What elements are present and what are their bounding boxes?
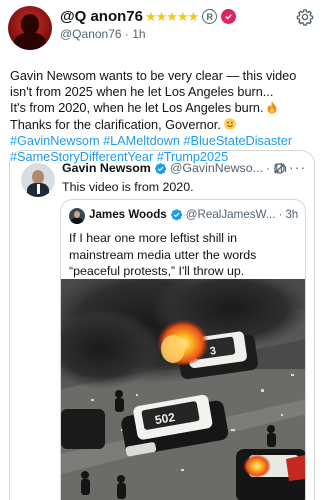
quoted-display-name[interactable]: Gavin Newsom bbox=[62, 161, 151, 175]
nested-handle[interactable]: @RealJamesW... bbox=[186, 208, 276, 221]
avatar-face bbox=[74, 211, 80, 218]
handle[interactable]: @Qanon76 bbox=[60, 27, 122, 41]
quoted-post[interactable]: Gavin Newsom @GavinNewso... · 1h ··· Thi… bbox=[9, 150, 315, 500]
post-text-line: Thanks for the clarification, Governor. bbox=[10, 117, 316, 133]
nested-time[interactable]: 3h bbox=[285, 208, 298, 221]
fire-emoji bbox=[267, 101, 277, 115]
post-time[interactable]: 1h bbox=[132, 27, 145, 41]
post: @Q anon76 ★★★★★ R @Qanon76 · 1h Gavin Ne… bbox=[0, 0, 324, 500]
verified-badge-icon bbox=[221, 9, 237, 24]
nested-text-line: If I hear one more leftist shill in bbox=[69, 231, 238, 245]
post-text-line: isn't from 2025 when he let Los Angeles … bbox=[10, 85, 274, 100]
quoted-handle[interactable]: @GavinNewso... bbox=[170, 161, 263, 175]
separator-dot: · bbox=[124, 27, 129, 41]
separator-dot: · bbox=[278, 208, 283, 221]
nested-display-name[interactable]: James Woods bbox=[89, 208, 167, 221]
grok-icon[interactable] bbox=[273, 162, 286, 175]
handle-row: @Qanon76 · 1h bbox=[60, 27, 146, 41]
photo-illustration: 3 502 bbox=[61, 279, 305, 500]
avatar-shirt bbox=[37, 184, 40, 194]
avatar-body bbox=[71, 218, 83, 224]
burning-police-car-photo[interactable]: 3 502 bbox=[61, 279, 305, 500]
nested-text: If I hear one more leftist shill in main… bbox=[69, 230, 301, 280]
display-name[interactable]: @Q anon76 bbox=[60, 8, 143, 25]
nested-quoted-post[interactable]: James Woods @RealJamesW... · 3h If I hea… bbox=[60, 199, 306, 500]
more-options-icon[interactable]: ··· bbox=[289, 159, 306, 175]
settings-icon[interactable] bbox=[296, 8, 314, 26]
slight-smile-emoji bbox=[224, 117, 237, 130]
nested-header: James Woods @RealJamesW... · 3h bbox=[89, 208, 298, 221]
registered-mark-icon: R bbox=[202, 9, 218, 24]
nested-text-line: “peaceful protests,” I'll throw up. bbox=[69, 264, 245, 278]
post-text-line: It's from 2020, when he let Los Angeles … bbox=[10, 100, 316, 116]
nested-user-avatar[interactable] bbox=[69, 208, 85, 224]
display-name-row: @Q anon76 ★★★★★ R bbox=[60, 8, 237, 25]
quoted-header: Gavin Newsom @GavinNewso... · 1h bbox=[62, 161, 287, 175]
avatar-face bbox=[32, 170, 44, 184]
avatar-head bbox=[21, 14, 39, 34]
quoted-user-avatar[interactable] bbox=[21, 163, 55, 197]
nested-text-line: mainstream media utter the words bbox=[69, 247, 257, 262]
quoted-text: This video is from 2020. bbox=[62, 180, 194, 194]
verified-badge-icon bbox=[154, 162, 167, 174]
verified-badge-icon bbox=[170, 209, 182, 221]
avatar-shoulders bbox=[14, 32, 46, 50]
star-rating: ★★★★★ bbox=[144, 8, 199, 24]
hashtag-line[interactable]: #GavinNewsom #LAMeltdown #BlueStateDisas… bbox=[10, 133, 316, 149]
separator-dot: · bbox=[265, 161, 271, 175]
user-avatar[interactable] bbox=[8, 6, 52, 50]
post-text-line: Gavin Newsom wants to be very clear — th… bbox=[10, 69, 297, 83]
